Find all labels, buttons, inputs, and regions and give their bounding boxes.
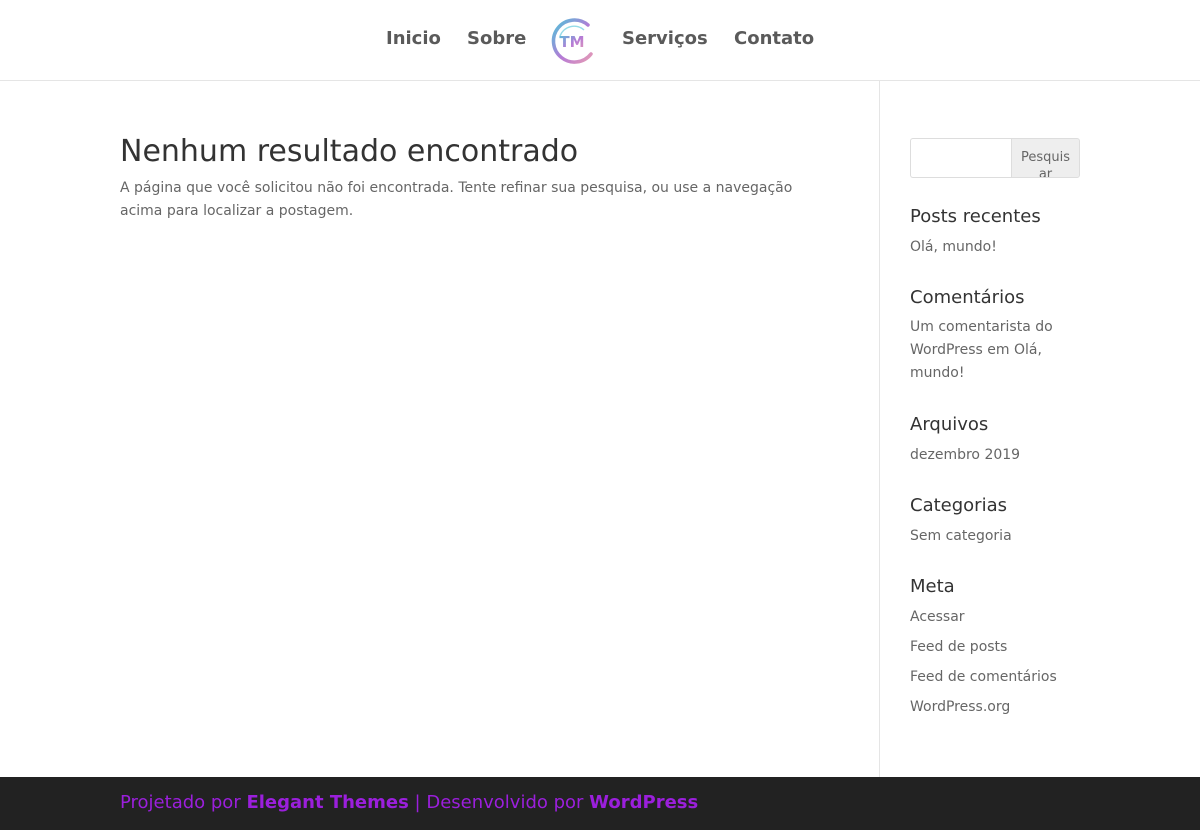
nav-link-contato[interactable]: Contato: [734, 27, 814, 51]
nav-link-sobre[interactable]: Sobre: [467, 27, 526, 51]
search-input[interactable]: [910, 138, 1012, 178]
search-button[interactable]: Pesquisar: [1011, 138, 1080, 178]
nav-link-inicio[interactable]: Inicio: [386, 27, 441, 51]
widget-title-meta: Meta: [910, 576, 955, 597]
footer-wordpress-link[interactable]: WordPress: [589, 792, 698, 813]
category-link[interactable]: Sem categoria: [910, 525, 1012, 548]
archive-link[interactable]: dezembro 2019: [910, 444, 1020, 467]
widget-title-comments: Comentários: [910, 287, 1025, 308]
footer-credits: Projetado por Elegant Themes | Desenvolv…: [120, 791, 698, 815]
recent-comment: Um comentarista do WordPress em Olá, mun…: [910, 316, 1080, 385]
site-logo[interactable]: TM: [548, 16, 596, 66]
meta-link-wordpress-org[interactable]: WordPress.org: [910, 696, 1010, 719]
meta-link-feed-posts[interactable]: Feed de posts: [910, 636, 1007, 659]
nav-link-servicos[interactable]: Serviços: [622, 27, 708, 51]
footer-middle: | Desenvolvido por: [408, 792, 590, 813]
meta-link-acessar[interactable]: Acessar: [910, 606, 965, 629]
footer-elegant-themes-link[interactable]: Elegant Themes: [246, 792, 408, 813]
widget-title-categories: Categorias: [910, 495, 1007, 516]
logo-text: TM: [559, 33, 584, 51]
site-footer: Projetado por Elegant Themes | Desenvolv…: [0, 777, 1200, 830]
meta-link-feed-comments[interactable]: Feed de comentários: [910, 666, 1057, 689]
recent-post-link[interactable]: Olá, mundo!: [910, 236, 997, 259]
sidebar-divider: [879, 81, 880, 777]
not-found-message: A página que você solicitou não foi enco…: [120, 180, 793, 219]
logo-icon: TM: [551, 18, 593, 64]
page-title: Nenhum resultado encontrado: [120, 134, 579, 169]
comment-separator: em: [982, 342, 1014, 358]
widget-title-recent-posts: Posts recentes: [910, 206, 1041, 227]
site-header: Inicio Sobre TM Serviços Contato: [0, 0, 1200, 81]
footer-prefix: Projetado por: [120, 792, 247, 813]
widget-title-archives: Arquivos: [910, 414, 989, 435]
